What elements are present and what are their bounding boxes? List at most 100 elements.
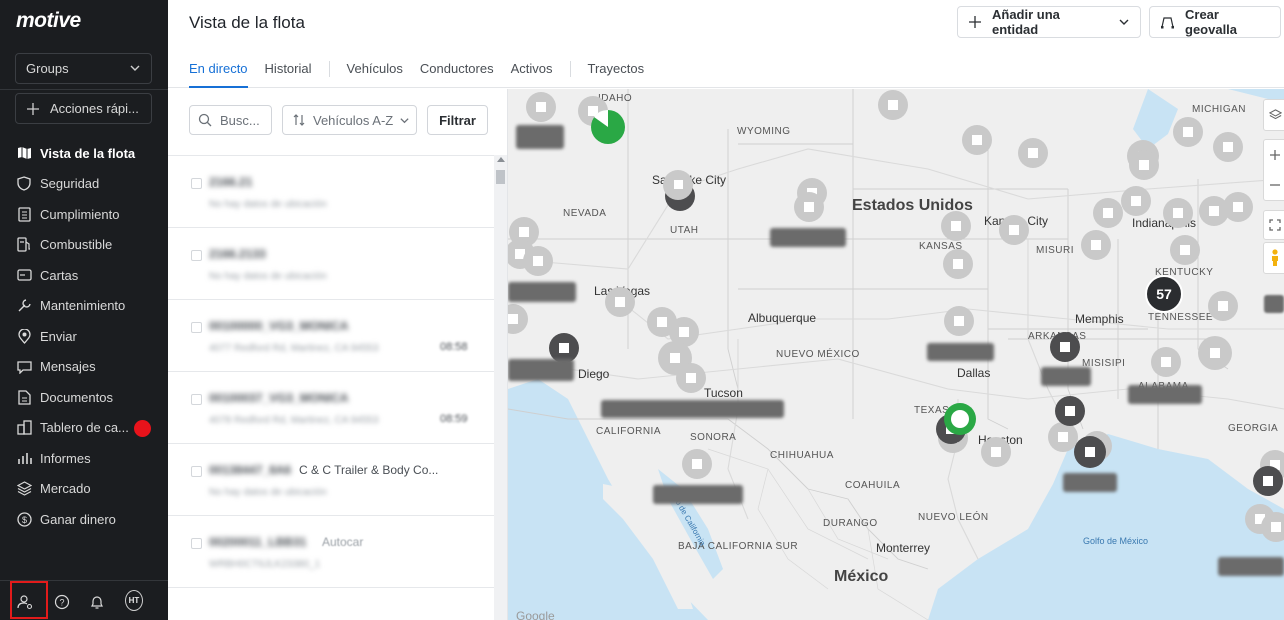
vehicle-label-bubble[interactable] xyxy=(927,343,994,361)
vehicle-marker[interactable] xyxy=(794,192,824,222)
vehicle-marker[interactable] xyxy=(1074,436,1106,468)
vehicle-marker[interactable] xyxy=(981,437,1011,467)
row-checkbox[interactable] xyxy=(191,178,202,189)
sort-dropdown[interactable]: Vehículos A-Z xyxy=(282,105,417,135)
vehicle-marker[interactable] xyxy=(1151,347,1181,377)
vehicle-marker[interactable] xyxy=(943,249,973,279)
sidebar-item-documents[interactable]: Documentos xyxy=(0,382,168,413)
tab-live[interactable]: En directo xyxy=(189,61,248,88)
filter-button[interactable]: Filtrar xyxy=(427,105,488,135)
vehicle-marker[interactable] xyxy=(941,211,971,241)
row-checkbox[interactable] xyxy=(191,322,202,333)
vehicle-label-bubble[interactable] xyxy=(601,400,784,418)
vehicle-marker[interactable] xyxy=(962,125,992,155)
vehicle-label-bubble[interactable] xyxy=(653,485,743,504)
create-geofence-button[interactable]: Crear geovalla xyxy=(1149,6,1281,38)
vehicle-label-bubble[interactable] xyxy=(1264,295,1284,313)
zoom-in-icon[interactable] xyxy=(1269,149,1281,161)
vehicle-marker[interactable] xyxy=(1093,198,1123,228)
row-checkbox[interactable] xyxy=(191,250,202,261)
moving-vehicle-markers[interactable] xyxy=(591,109,976,435)
vehicle-marker[interactable] xyxy=(1253,466,1283,496)
zoom-out-icon[interactable] xyxy=(1269,179,1281,191)
tab-vehicles[interactable]: Vehículos xyxy=(347,61,403,88)
vehicle-label-bubble[interactable] xyxy=(770,228,846,247)
tab-drivers[interactable]: Conductores xyxy=(420,61,494,88)
add-entity-button[interactable]: Añadir una entidad xyxy=(957,6,1141,38)
vehicle-marker[interactable] xyxy=(878,90,908,120)
vehicle-marker[interactable] xyxy=(1198,336,1232,370)
list-item[interactable]: 00138447_8A6 C & C Trailer & Body Co... … xyxy=(168,444,494,516)
vehicle-label-bubble[interactable] xyxy=(1041,367,1091,386)
sidebar-item-marketplace[interactable]: Mercado xyxy=(0,474,168,505)
vehicle-marker[interactable] xyxy=(549,333,579,363)
vehicle-marker[interactable] xyxy=(1050,332,1080,362)
vehicle-marker[interactable] xyxy=(508,304,528,334)
sidebar-item-messages[interactable]: Mensajes xyxy=(0,352,168,383)
vehicle-marker[interactable] xyxy=(1018,138,1048,168)
vehicle-marker[interactable] xyxy=(1163,198,1193,228)
list-item[interactable]: 00200011_LBB31 Autocar WRBH0CT6JLK23380_… xyxy=(168,516,494,588)
vehicle-label-bubble[interactable] xyxy=(1128,385,1202,404)
vehicle-marker[interactable] xyxy=(1121,186,1151,216)
vehicle-marker[interactable] xyxy=(605,287,635,317)
vehicle-label-bubble[interactable] xyxy=(508,359,574,381)
map-layers-button[interactable] xyxy=(1263,99,1284,131)
tab-trips[interactable]: Trayectos xyxy=(588,61,645,88)
sidebar-item-compliance[interactable]: Cumplimiento xyxy=(0,199,168,230)
vehicle-marker[interactable] xyxy=(944,403,976,435)
vehicle-marker[interactable] xyxy=(1129,150,1159,180)
vehicle-marker[interactable] xyxy=(526,92,556,122)
row-checkbox[interactable] xyxy=(191,394,202,405)
user-avatar[interactable]: HT xyxy=(125,589,143,611)
vehicle-label-bubble[interactable] xyxy=(516,125,564,149)
vehicle-marker[interactable] xyxy=(591,109,625,144)
list-scrollbar[interactable] xyxy=(494,155,507,620)
scroll-up-arrow-icon[interactable] xyxy=(497,157,505,162)
sidebar-item-earn-money[interactable]: $ Ganar dinero xyxy=(0,504,168,535)
vehicle-marker[interactable] xyxy=(1208,291,1238,321)
row-checkbox[interactable] xyxy=(191,538,202,549)
sidebar-item-fuel[interactable]: Combustible xyxy=(0,230,168,261)
motive-logo[interactable]: motive xyxy=(16,9,81,33)
row-checkbox[interactable] xyxy=(191,466,202,477)
help-icon[interactable]: ? xyxy=(53,593,71,611)
list-item[interactable]: 2166.2133 No hay datos de ubicación xyxy=(168,228,494,300)
vehicle-marker[interactable] xyxy=(1055,396,1085,426)
tab-assets[interactable]: Activos xyxy=(511,61,553,88)
sidebar-item-cards[interactable]: Cartas xyxy=(0,260,168,291)
map-canvas[interactable]: IDAHO WYOMING NEVADA UTAH KANSAS MISURI … xyxy=(508,89,1284,620)
vehicle-label-bubble[interactable] xyxy=(1218,557,1284,576)
search-input[interactable]: Busc... xyxy=(189,105,272,135)
fleet-map[interactable]: IDAHO WYOMING NEVADA UTAH KANSAS MISURI … xyxy=(508,89,1284,620)
sidebar-item-fleet-view[interactable]: Vista de la flota xyxy=(0,138,168,169)
sidebar-item-dashboard[interactable]: Tablero de ca... xyxy=(0,413,168,444)
fullscreen-button[interactable] xyxy=(1263,210,1284,240)
vehicle-marker[interactable] xyxy=(676,363,706,393)
sidebar-item-safety[interactable]: Seguridad xyxy=(0,169,168,200)
vehicle-label-bubble[interactable] xyxy=(1063,473,1117,492)
vehicle-label-bubble[interactable] xyxy=(508,282,576,302)
vehicle-marker[interactable] xyxy=(1081,230,1111,260)
vehicle-marker[interactable] xyxy=(999,215,1029,245)
vehicle-marker[interactable] xyxy=(1048,422,1078,452)
vehicle-marker[interactable] xyxy=(1213,132,1243,162)
list-item[interactable]: 00100037_VG3_MONICA 4078 Redford Rd, Mar… xyxy=(168,372,494,444)
list-item[interactable]: 2166.21 No hay datos de ubicación xyxy=(168,156,494,228)
sidebar-item-dispatch[interactable]: Enviar xyxy=(0,321,168,352)
tab-history[interactable]: Historial xyxy=(265,61,312,88)
quick-actions-button[interactable]: Acciones rápi... xyxy=(15,93,152,124)
street-view-button[interactable] xyxy=(1263,242,1284,274)
vehicle-marker[interactable] xyxy=(1170,235,1200,265)
sidebar-item-maintenance[interactable]: Mantenimiento xyxy=(0,291,168,322)
vehicle-cluster[interactable]: 57 xyxy=(1145,275,1183,313)
vehicle-marker[interactable] xyxy=(1223,192,1253,222)
vehicle-marker[interactable] xyxy=(682,449,712,479)
bell-icon[interactable] xyxy=(88,593,106,611)
vehicle-marker[interactable] xyxy=(1173,117,1203,147)
list-item[interactable]: 00100000_VG3_MONICA 4077 Redford Rd, Mar… xyxy=(168,300,494,372)
groups-dropdown[interactable]: Groups xyxy=(15,53,152,84)
sidebar-item-reports[interactable]: Informes xyxy=(0,443,168,474)
vehicle-marker[interactable] xyxy=(523,246,553,276)
vehicle-marker[interactable] xyxy=(944,306,974,336)
